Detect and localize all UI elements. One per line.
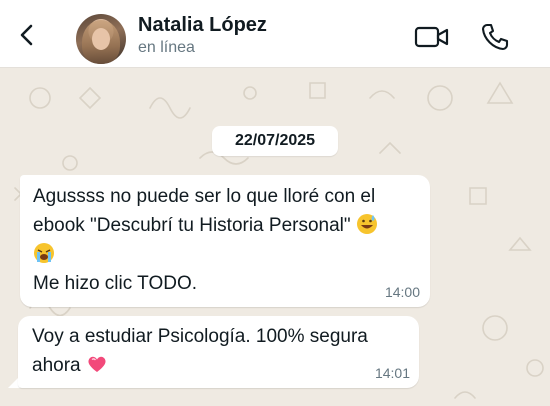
avatar[interactable] xyxy=(76,14,126,64)
sweat-smile-emoji-icon xyxy=(356,213,378,235)
message-bubble[interactable]: Agussss no puede ser lo que lloré con el… xyxy=(20,175,430,307)
message-text-line: ahora xyxy=(32,355,81,376)
contact-name[interactable]: Natalia López xyxy=(138,14,267,37)
message-text-line: Agussss no puede ser lo que lloré con el xyxy=(33,186,376,207)
back-arrow-icon[interactable] xyxy=(14,22,40,48)
video-call-icon[interactable] xyxy=(414,24,450,50)
date-chip: 22/07/2025 xyxy=(212,126,338,156)
message-text-line: ebook "Descubrí tu Historia Personal" xyxy=(33,215,351,236)
message-bubble[interactable]: Voy a estudiar Psicología. 100% segura a… xyxy=(18,316,419,388)
contact-status: en línea xyxy=(138,39,195,56)
chat-header: Natalia López en línea xyxy=(0,0,550,68)
message-time: 14:01 xyxy=(374,365,410,381)
heart-emoji-icon xyxy=(86,353,108,375)
crying-face-emoji-icon xyxy=(33,242,55,264)
message-text-line: ebook "Descubrí tu Historia Personal" xyxy=(33,211,418,240)
message-emoji-line xyxy=(33,240,418,269)
avatar-face xyxy=(92,28,110,50)
message-text-line: ahora xyxy=(32,351,407,380)
message-time: 14:00 xyxy=(384,284,420,300)
message-text-line: Me hizo clic TODO. xyxy=(33,273,198,294)
message-text-line: Voy a estudiar Psicología. 100% segura xyxy=(32,326,368,347)
phone-call-icon[interactable] xyxy=(480,22,510,52)
